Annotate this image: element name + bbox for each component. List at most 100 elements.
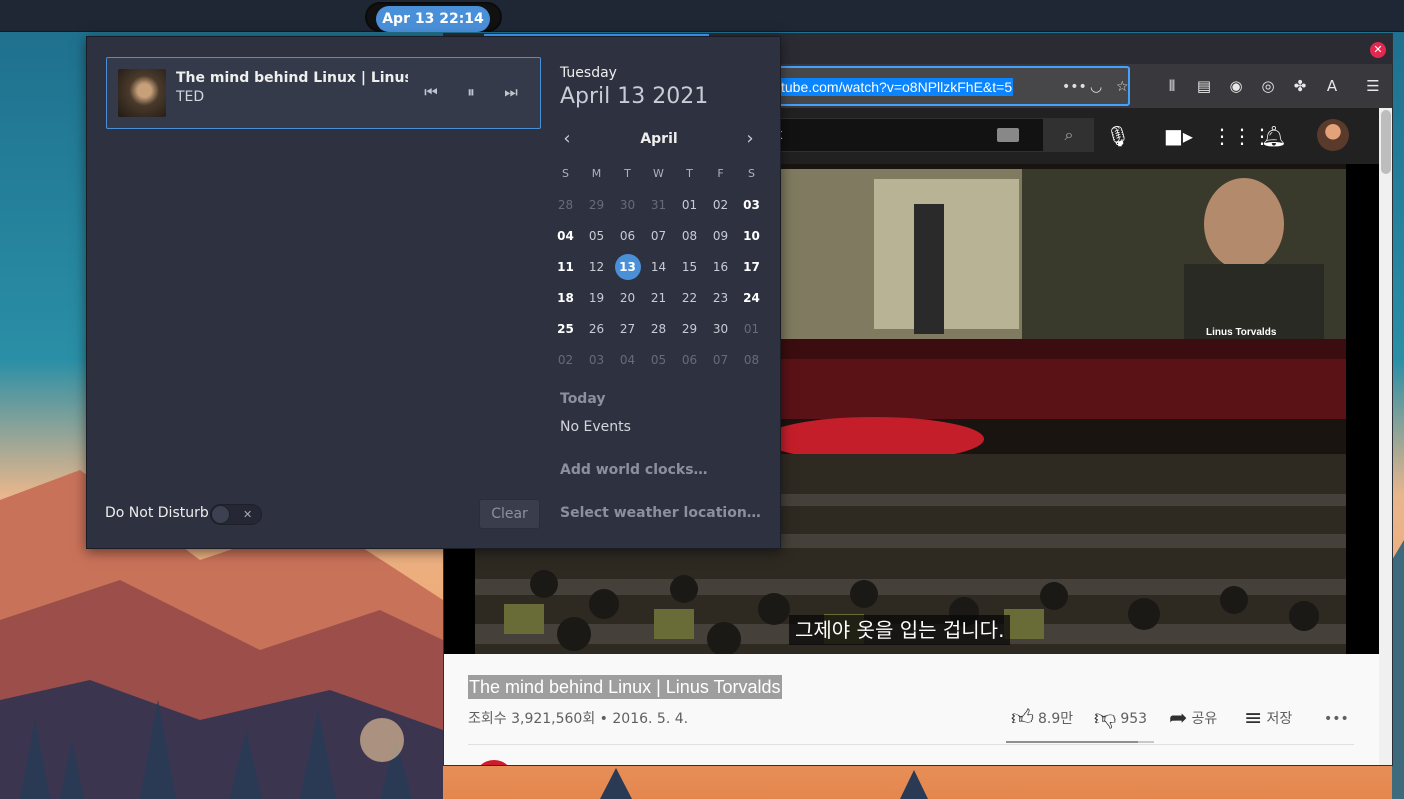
extension-icon[interactable]: ◎ xyxy=(1257,76,1279,96)
like-button[interactable]: 👍︎ 8.9만 xyxy=(1011,707,1073,731)
notifications-bell-icon[interactable]: 🔔︎ xyxy=(1260,124,1288,148)
extension-gnome-icon[interactable]: ✤ xyxy=(1289,76,1311,96)
calendar-day-label: 14 xyxy=(650,260,667,274)
menu-icon[interactable]: ☰ xyxy=(1362,76,1384,96)
calendar-day-label: 26 xyxy=(588,322,605,336)
calendar-day[interactable]: 02 xyxy=(550,345,581,376)
translate-icon[interactable]: A xyxy=(1321,76,1343,96)
calendar-day[interactable]: 10 xyxy=(736,221,767,252)
pause-icon[interactable]: ⏸︎ xyxy=(459,82,483,102)
page-actions-icon[interactable]: ••• xyxy=(1062,78,1087,96)
account-icon[interactable]: ◉ xyxy=(1225,76,1247,96)
keyboard-icon[interactable] xyxy=(997,128,1019,142)
calendar-day[interactable]: 04 xyxy=(550,221,581,252)
next-track-icon[interactable]: ⏭︎ xyxy=(499,82,523,102)
calendar-day[interactable]: 13 xyxy=(612,252,643,283)
create-video-icon[interactable]: ■▸ xyxy=(1164,124,1193,148)
url-bar[interactable]: tube.com/watch?v=o8NPllzkFhE&t=5 ••• ◡ ☆ xyxy=(774,66,1130,106)
apps-grid-icon[interactable]: ⋮⋮⋮ xyxy=(1212,124,1272,148)
calendar-day[interactable]: 27 xyxy=(612,314,643,345)
calendar-day[interactable]: 06 xyxy=(612,221,643,252)
calendar-day[interactable]: 01 xyxy=(736,314,767,345)
calendar-day[interactable]: 20 xyxy=(612,283,643,314)
scrollbar-thumb[interactable] xyxy=(1381,110,1391,174)
calendar-day-label: 02 xyxy=(557,353,574,367)
calendar-day-label: 11 xyxy=(557,260,574,274)
clock-button[interactable]: Apr 13 22:14 xyxy=(365,2,502,32)
calendar-day[interactable]: 11 xyxy=(550,252,581,283)
calendar-day[interactable]: 29 xyxy=(581,190,612,221)
calendar-day[interactable]: 15 xyxy=(674,252,705,283)
search-input[interactable]: x xyxy=(764,118,1044,152)
chevron-left-icon[interactable]: ‹ xyxy=(556,127,578,151)
calendar-day[interactable]: 31 xyxy=(643,190,674,221)
media-thumbnail xyxy=(118,69,166,117)
calendar-day[interactable]: 03 xyxy=(736,190,767,221)
calendar-day[interactable]: 06 xyxy=(674,345,705,376)
calendar-day[interactable]: 29 xyxy=(674,314,705,345)
calendar-day[interactable]: 21 xyxy=(643,283,674,314)
calendar-day[interactable]: 08 xyxy=(736,345,767,376)
close-icon[interactable]: ✕ xyxy=(1370,42,1386,58)
calendar-day[interactable]: 30 xyxy=(612,190,643,221)
chevron-right-icon[interactable]: › xyxy=(739,127,761,151)
clear-button[interactable]: Clear xyxy=(479,499,540,529)
save-button[interactable]: ≡ 저장 xyxy=(1244,707,1292,731)
dislike-count: 953 xyxy=(1120,711,1148,727)
dislike-button[interactable]: 👎︎ 953 xyxy=(1094,707,1147,731)
calendar-day[interactable]: 09 xyxy=(705,221,736,252)
more-actions-icon[interactable]: ••• xyxy=(1324,707,1349,731)
calendar-day[interactable]: 14 xyxy=(643,252,674,283)
calendar-weekday[interactable]: Tuesday xyxy=(560,65,617,81)
search-icon[interactable]: ⌕ xyxy=(1044,118,1094,152)
calendar-day[interactable]: 01 xyxy=(674,190,705,221)
calendar-day[interactable]: 28 xyxy=(643,314,674,345)
calendar-day-label: 05 xyxy=(588,229,605,243)
calendar-day[interactable]: 03 xyxy=(581,345,612,376)
url-text[interactable]: tube.com/watch?v=o8NPllzkFhE&t=5 xyxy=(780,78,1014,96)
add-world-clocks-button[interactable]: Add world clocks… xyxy=(560,462,708,478)
calendar-day[interactable]: 05 xyxy=(581,221,612,252)
share-button[interactable]: ➦ 공유 xyxy=(1169,707,1217,731)
calendar-day[interactable]: 05 xyxy=(643,345,674,376)
avatar[interactable] xyxy=(1317,119,1349,151)
share-icon: ➦ xyxy=(1169,706,1188,731)
calendar-day[interactable]: 22 xyxy=(674,283,705,314)
calendar-week: 25 26 27 28 29 30 01 xyxy=(550,314,767,345)
media-player-notification[interactable]: The mind behind Linux | Linus T… TED ⏮︎ … xyxy=(106,57,541,129)
bookmark-star-icon[interactable]: ☆ xyxy=(1116,78,1129,96)
video-subtitle: 그제야 옷을 입는 겁니다. xyxy=(789,615,1011,645)
do-not-disturb-toggle[interactable]: ✕ xyxy=(210,504,262,525)
library-icon[interactable]: ⫴ xyxy=(1161,76,1183,96)
calendar-day[interactable]: 04 xyxy=(612,345,643,376)
calendar-day[interactable]: 16 xyxy=(705,252,736,283)
calendar-day[interactable]: 07 xyxy=(643,221,674,252)
calendar-day[interactable]: 17 xyxy=(736,252,767,283)
calendar-day[interactable]: 28 xyxy=(550,190,581,221)
share-label: 공유 xyxy=(1191,711,1218,727)
page-scrollbar[interactable] xyxy=(1379,108,1392,765)
calendar-day-label: 30 xyxy=(712,322,729,336)
calendar-day-label: 01 xyxy=(743,322,760,336)
previous-track-icon[interactable]: ⏮︎ xyxy=(419,82,443,102)
clock-label: Apr 13 22:14 xyxy=(376,6,490,32)
select-weather-button[interactable]: Select weather location… xyxy=(560,505,761,521)
calendar-day[interactable]: 19 xyxy=(581,283,612,314)
calendar-date[interactable]: April 13 2021 xyxy=(560,84,708,109)
calendar-day[interactable]: 08 xyxy=(674,221,705,252)
calendar-day[interactable]: 18 xyxy=(550,283,581,314)
calendar-day[interactable]: 30 xyxy=(705,314,736,345)
top-bar: Apr 13 22:14 xyxy=(0,0,1404,32)
microphone-icon[interactable]: 🎙︎ xyxy=(1104,124,1132,148)
calendar-day[interactable]: 26 xyxy=(581,314,612,345)
calendar-day[interactable]: 24 xyxy=(736,283,767,314)
sidebar-icon[interactable]: ▤ xyxy=(1193,76,1215,96)
calendar-day[interactable]: 12 xyxy=(581,252,612,283)
channel-avatar[interactable] xyxy=(474,760,514,765)
calendar-day[interactable]: 07 xyxy=(705,345,736,376)
calendar-day[interactable]: 25 xyxy=(550,314,581,345)
calendar-day[interactable]: 23 xyxy=(705,283,736,314)
day-header: W xyxy=(653,167,664,180)
pocket-icon[interactable]: ◡ xyxy=(1090,78,1102,96)
calendar-day[interactable]: 02 xyxy=(705,190,736,221)
